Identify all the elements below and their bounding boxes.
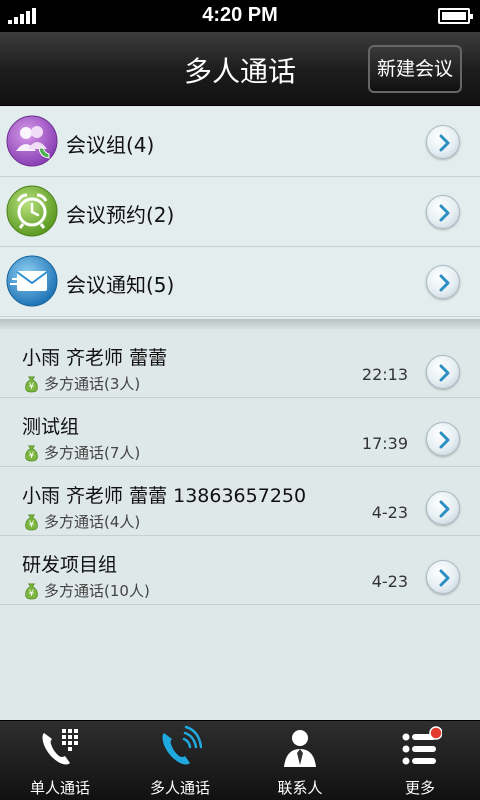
category-item-conference-schedule[interactable]: 会议预约(2) <box>0 177 480 247</box>
list-item[interactable]: 小雨 齐老师 蕾蕾 13863657250 ¥ 多方通话(4人) 4-23 <box>0 467 480 536</box>
notification-badge <box>429 726 442 740</box>
tab-multi-call[interactable]: 多人通话 <box>120 721 240 800</box>
category-label: 会议预约(2) <box>66 203 175 227</box>
list-item[interactable]: 小雨 齐老师 蕾蕾 ¥ 多方通话(3人) 22:13 <box>0 329 480 398</box>
call-type-label: 多方通话(10人) <box>44 582 150 600</box>
envelope-icon <box>6 255 58 307</box>
category-item-conference-notice[interactable]: 会议通知(5) <box>0 247 480 317</box>
conference-group-icon <box>6 115 58 167</box>
call-participants: 小雨 齐老师 蕾蕾 <box>22 347 168 369</box>
status-time: 4:20 PM <box>202 4 278 26</box>
section-divider <box>0 319 480 329</box>
tab-more[interactable]: 更多 <box>360 721 480 800</box>
chevron-right-icon[interactable] <box>426 355 460 389</box>
category-item-conference-group[interactable]: 会议组(4) <box>0 107 480 177</box>
chevron-right-icon[interactable] <box>426 422 460 456</box>
conference-category-list: 会议组(4) 会议预约(2) 会议通知(5) <box>0 107 480 321</box>
call-participants: 研发项目组 <box>22 554 118 576</box>
svg-text:¥: ¥ <box>29 382 35 392</box>
call-type-row: ¥ 多方通话(10人) <box>22 580 150 601</box>
recent-calls-list: 小雨 齐老师 蕾蕾 ¥ 多方通话(3人) 22:13 测试组 ¥ 多方通话(7人… <box>0 329 480 611</box>
phone-keypad-icon <box>38 725 82 769</box>
more-list-icon <box>398 725 442 769</box>
call-time: 4-23 <box>371 503 408 522</box>
money-bag-icon: ¥ <box>22 374 41 393</box>
call-time: 17:39 <box>361 434 408 453</box>
chevron-right-icon[interactable] <box>426 560 460 594</box>
category-label: 会议组(4) <box>66 133 155 157</box>
tab-contacts[interactable]: 联系人 <box>240 721 360 800</box>
svg-text:¥: ¥ <box>29 451 35 461</box>
svg-text:¥: ¥ <box>29 589 35 599</box>
list-item[interactable]: 研发项目组 ¥ 多方通话(10人) 4-23 <box>0 536 480 605</box>
tab-label: 多人通话 <box>149 779 210 797</box>
call-type-row: ¥ 多方通话(7人) <box>22 442 140 463</box>
chevron-right-icon[interactable] <box>426 491 460 525</box>
status-bar: 4:20 PM <box>0 0 480 32</box>
new-conference-button[interactable]: 新建会议 <box>368 45 462 93</box>
tab-label: 更多 <box>404 779 435 797</box>
call-type-label: 多方通话(4人) <box>44 513 141 531</box>
money-bag-icon: ¥ <box>22 443 41 462</box>
money-bag-icon: ¥ <box>22 512 41 531</box>
bottom-tab-bar: 单人通话 多人通话 联系人 更多 <box>0 720 480 800</box>
money-bag-icon: ¥ <box>22 581 41 600</box>
call-time: 22:13 <box>361 365 408 384</box>
svg-text:¥: ¥ <box>29 520 35 530</box>
tab-label: 单人通话 <box>29 779 90 797</box>
alarm-clock-icon <box>6 185 58 237</box>
call-type-row: ¥ 多方通话(4人) <box>22 511 140 532</box>
title-bar: 多人通话 新建会议 <box>0 32 480 106</box>
call-type-row: ¥ 多方通话(3人) <box>22 373 140 394</box>
phone-ringing-icon <box>158 725 202 769</box>
list-item[interactable]: 测试组 ¥ 多方通话(7人) 17:39 <box>0 398 480 467</box>
call-participants: 测试组 <box>22 416 80 438</box>
empty-list-area <box>0 611 480 720</box>
call-type-label: 多方通话(7人) <box>44 444 141 462</box>
contact-person-icon <box>278 725 322 769</box>
call-participants: 小雨 齐老师 蕾蕾 13863657250 <box>22 485 307 507</box>
category-label: 会议通知(5) <box>66 273 175 297</box>
chevron-right-icon[interactable] <box>426 195 460 229</box>
chevron-right-icon[interactable] <box>426 125 460 159</box>
battery-icon <box>438 8 473 24</box>
tab-single-call[interactable]: 单人通话 <box>0 721 120 800</box>
chevron-right-icon[interactable] <box>426 265 460 299</box>
call-type-label: 多方通话(3人) <box>44 375 141 393</box>
call-time: 4-23 <box>371 572 408 591</box>
tab-label: 联系人 <box>277 779 323 797</box>
